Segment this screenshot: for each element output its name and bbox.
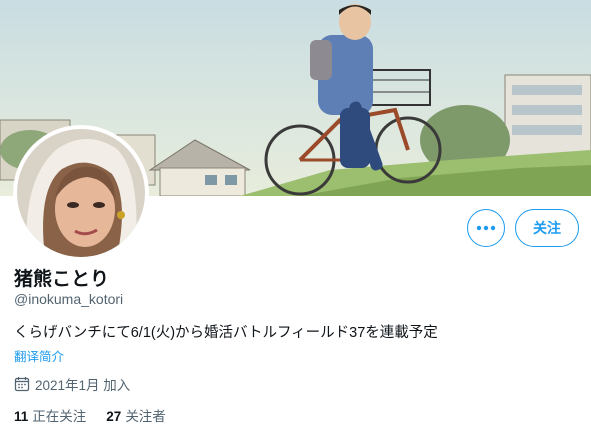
translate-bio-link[interactable]: 翻译简介 xyxy=(14,346,64,365)
followers-label: 关注者 xyxy=(125,409,166,424)
join-date: 2021年1月 加入 xyxy=(14,374,130,394)
follow-button[interactable]: 关注 xyxy=(515,209,579,247)
avatar-illustration xyxy=(17,129,145,257)
following-count: 11 xyxy=(14,409,29,424)
profile-bio: くらげバンチにて6/1(火)から婚活バトルフィールド37を連載予定 xyxy=(14,325,438,341)
followers-count: 27 xyxy=(106,409,122,424)
following-label: 正在关注 xyxy=(32,409,87,424)
followers-stat[interactable]: 27 关注者 xyxy=(106,405,166,425)
profile-avatar[interactable] xyxy=(13,125,149,261)
user-handle: @inokuma_kotori xyxy=(14,291,124,307)
display-name: 猪熊ことり xyxy=(14,269,110,290)
follow-stats: 11 正在关注 27 关注者 xyxy=(14,405,166,425)
following-stat[interactable]: 11 正在关注 xyxy=(14,405,86,425)
more-options-button[interactable] xyxy=(467,209,505,247)
join-date-text: 2021年1月 加入 xyxy=(35,378,131,393)
more-horizontal-icon xyxy=(476,225,496,231)
calendar-icon xyxy=(14,377,30,392)
